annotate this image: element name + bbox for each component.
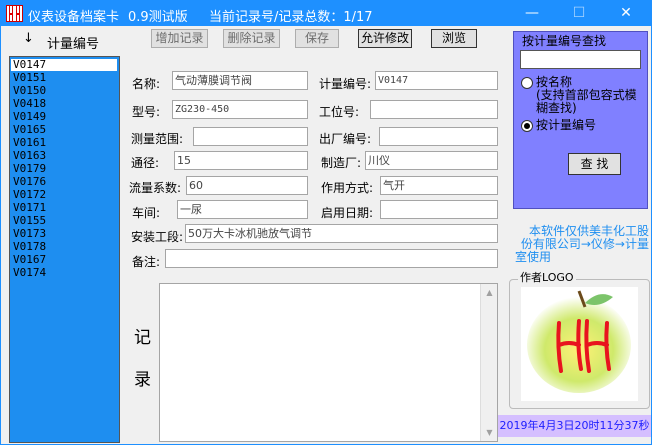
scroll-up-icon[interactable]: ▲: [481, 284, 498, 301]
app-version: 0.9测试版: [128, 10, 188, 25]
list-item[interactable]: V0178: [13, 241, 46, 253]
list-item[interactable]: V0418: [13, 98, 46, 110]
remark-field[interactable]: [165, 249, 498, 268]
install-field[interactable]: 50万大卡冰机驰放气调节: [185, 224, 498, 243]
list-item[interactable]: V0163: [13, 150, 46, 162]
sort-arrow-icon[interactable]: ↓: [23, 31, 34, 46]
browse-button[interactable]: 浏览: [431, 29, 477, 48]
datetime-display: 2019年4月3日20时11分37秒: [498, 415, 651, 437]
main-window: 仪表设备档案卡 0.9测试版 当前记录号/记录总数：1/17 — ☐ ✕ ↓ 计…: [0, 0, 652, 445]
list-item[interactable]: V0176: [13, 176, 46, 188]
name-field[interactable]: 气动薄膜调节阀: [172, 71, 308, 90]
position-field[interactable]: [370, 100, 498, 119]
list-item[interactable]: V0174: [13, 267, 46, 279]
position-label: 工位号:: [319, 105, 360, 119]
range-label: 测量范围:: [131, 132, 184, 146]
manufacturer-field[interactable]: 川仪: [365, 151, 498, 170]
range-field[interactable]: [193, 127, 308, 146]
list-item[interactable]: V0155: [13, 215, 46, 227]
action-label: 作用方式:: [321, 181, 374, 195]
radio-by-meter-no-label[interactable]: 按计量编号: [536, 119, 596, 132]
list-item[interactable]: V0172: [13, 189, 46, 201]
search-panel-title: 按计量编号查找: [522, 34, 607, 48]
radio-by-name-hint-2: 糊查找): [536, 101, 577, 115]
install-label: 安装工段:: [131, 230, 184, 244]
diameter-label: 通径:: [131, 156, 160, 170]
list-item[interactable]: V0167: [13, 254, 46, 266]
diameter-field[interactable]: 15: [174, 151, 308, 170]
record-textarea[interactable]: ▲ ▼: [159, 283, 498, 442]
start-date-field[interactable]: [380, 200, 498, 219]
allow-edit-button[interactable]: 允许修改: [358, 29, 412, 48]
list-header: 计量编号: [47, 37, 100, 52]
radio-by-name[interactable]: [521, 77, 533, 89]
factory-no-label: 出厂编号:: [319, 132, 372, 146]
list-item[interactable]: V0150: [13, 85, 46, 97]
list-item[interactable]: V0147: [11, 59, 117, 71]
name-label: 名称:: [132, 77, 161, 91]
record-scrollbar[interactable]: ▲ ▼: [480, 284, 497, 441]
title-bar[interactable]: 仪表设备档案卡 0.9测试版 当前记录号/记录总数：1/17 — ☐ ✕: [1, 1, 651, 26]
search-panel: 按计量编号查找 按名称 (支持首部包容式模 糊查找) 按计量编号 查 找: [513, 31, 648, 209]
search-button[interactable]: 查 找: [568, 153, 621, 175]
list-item[interactable]: V0171: [13, 202, 46, 214]
usage-note-line: 室使用: [515, 250, 552, 264]
factory-no-field[interactable]: [379, 127, 498, 146]
record-status: 当前记录号/记录总数：1/17: [209, 10, 373, 25]
workshop-label: 车间:: [132, 206, 161, 220]
list-item[interactable]: V0151: [13, 72, 46, 84]
action-field[interactable]: 气开: [380, 176, 498, 195]
model-label: 型号:: [132, 105, 161, 119]
logo-label: 作者LOGO: [518, 269, 576, 285]
flow-coef-label: 流量系数:: [129, 181, 182, 195]
meter-no-field[interactable]: V0147: [375, 71, 498, 90]
record-label-bottom: 录: [134, 370, 151, 390]
apple-logo-icon: [527, 290, 631, 393]
start-date-label: 启用日期:: [321, 206, 374, 220]
add-record-button[interactable]: 增加记录: [151, 29, 208, 48]
app-title: 仪表设备档案卡: [28, 10, 120, 25]
model-field[interactable]: ZG230-450: [172, 100, 308, 119]
minimize-button[interactable]: —: [509, 1, 555, 26]
workshop-field[interactable]: 一尿: [177, 200, 308, 219]
app-logo-icon: [6, 5, 23, 22]
flow-coef-field[interactable]: 60: [186, 176, 308, 195]
record-label-top: 记: [134, 328, 151, 348]
maximize-button[interactable]: ☐: [556, 1, 602, 26]
search-input[interactable]: [520, 50, 641, 69]
author-logo: [521, 287, 638, 401]
remark-label: 备注:: [132, 255, 161, 269]
list-item[interactable]: V0179: [13, 163, 46, 175]
list-item[interactable]: V0149: [13, 111, 46, 123]
list-item[interactable]: V0161: [13, 137, 46, 149]
logo-frame: [509, 279, 650, 409]
save-button[interactable]: 保存: [295, 29, 339, 48]
radio-by-meter-no[interactable]: [521, 120, 533, 132]
delete-record-button[interactable]: 删除记录: [223, 29, 280, 48]
manufacturer-label: 制造厂:: [321, 156, 362, 170]
meter-number-list[interactable]: V0147 V0151 V0150 V0418 V0149 V0165 V016…: [9, 56, 120, 443]
list-item[interactable]: V0165: [13, 124, 46, 136]
list-item[interactable]: V0173: [13, 228, 46, 240]
meter-no-label: 计量编号:: [319, 77, 372, 91]
close-button[interactable]: ✕: [603, 1, 649, 26]
usage-note: 本软件仅供美丰化工股 份有限公司→仪修→计量 室使用: [509, 225, 649, 264]
scroll-down-icon[interactable]: ▼: [481, 424, 498, 441]
